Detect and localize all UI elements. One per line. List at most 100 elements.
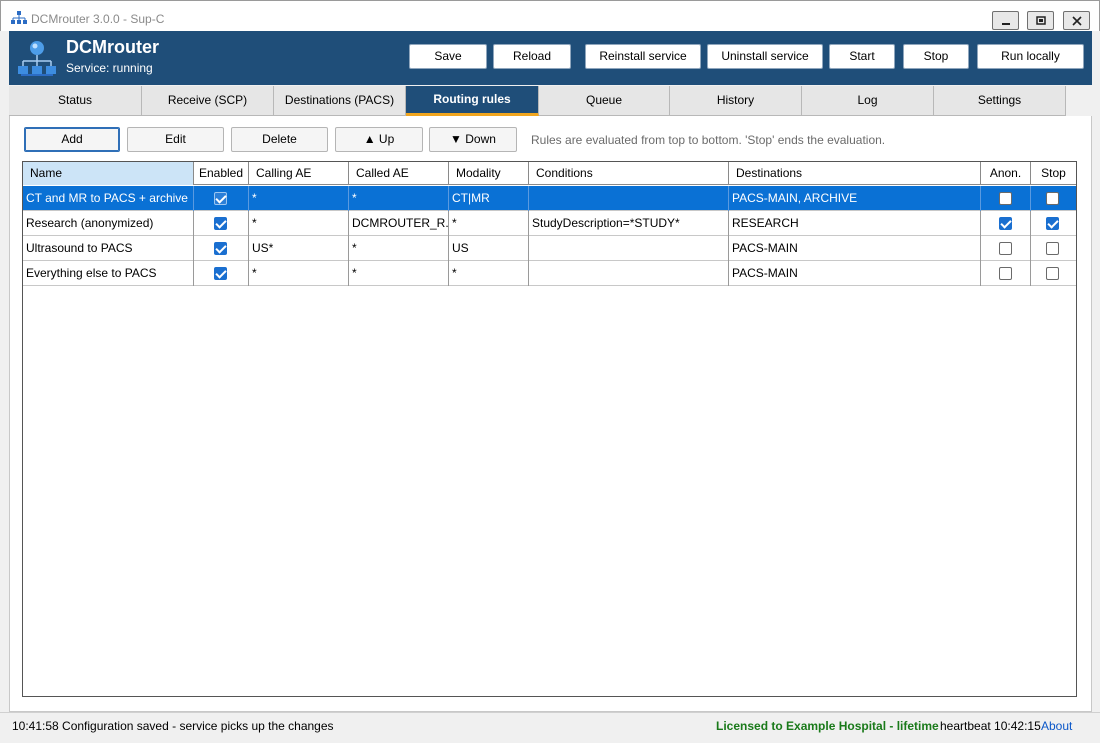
cell-calling-ae: *: [249, 211, 349, 236]
cell-destinations: PACS-MAIN, ARCHIVE: [729, 186, 981, 211]
cell-enabled: [194, 236, 249, 261]
minimize-icon: [1002, 23, 1010, 25]
run-locally-button[interactable]: Run locally: [977, 44, 1084, 69]
reload-button[interactable]: Reload: [493, 44, 571, 69]
save-button[interactable]: Save: [409, 44, 487, 69]
table-row[interactable]: Research (anonymized) * DCMROUTER_R... *…: [23, 211, 1076, 236]
tab-status[interactable]: Status: [9, 86, 142, 116]
cell-conditions: [529, 236, 729, 261]
grid-header: Name Enabled Calling AE Called AE Modali…: [23, 162, 1076, 185]
column-header-enabled[interactable]: Enabled: [194, 162, 249, 185]
cell-called-ae: *: [349, 261, 449, 286]
table-row[interactable]: CT and MR to PACS + archive * * CT|MR PA…: [23, 186, 1076, 211]
heartbeat-status: heartbeat 10:42:15: [940, 719, 1041, 733]
column-header-destinations[interactable]: Destinations: [729, 162, 981, 185]
cell-modality: *: [449, 211, 529, 236]
cell-modality: *: [449, 261, 529, 286]
cell-name: Ultrasound to PACS: [23, 236, 194, 261]
cell-modality: US: [449, 236, 529, 261]
tab-receive[interactable]: Receive (SCP): [142, 86, 274, 116]
cell-called-ae: *: [349, 186, 449, 211]
stop-checkbox[interactable]: [1046, 242, 1059, 255]
tab-history[interactable]: History: [670, 86, 802, 116]
status-message: 10:41:58 Configuration saved - service p…: [12, 719, 334, 733]
app-header: DCMrouter Service: running Save Reload R…: [9, 31, 1092, 85]
uninstall-service-button[interactable]: Uninstall service: [707, 44, 823, 69]
add-rule-button[interactable]: Add: [24, 127, 120, 152]
stop-checkbox[interactable]: [1046, 217, 1059, 230]
service-status: Service: running: [66, 61, 153, 75]
close-icon: [1072, 16, 1082, 26]
start-button[interactable]: Start: [829, 44, 895, 69]
move-down-button[interactable]: ▼ Down: [429, 127, 517, 152]
cell-anon: [981, 236, 1031, 261]
table-row[interactable]: Ultrasound to PACS US* * US PACS-MAIN: [23, 236, 1076, 261]
restore-icon: [1036, 16, 1046, 25]
cell-conditions: [529, 186, 729, 211]
cell-stop: [1031, 261, 1076, 286]
cell-destinations: PACS-MAIN: [729, 236, 981, 261]
cell-destinations: PACS-MAIN: [729, 261, 981, 286]
cell-conditions: StudyDescription=*STUDY*: [529, 211, 729, 236]
cell-modality: CT|MR: [449, 186, 529, 211]
tab-settings[interactable]: Settings: [934, 86, 1066, 116]
cell-enabled: [194, 261, 249, 286]
cell-anon: [981, 211, 1031, 236]
cell-stop: [1031, 236, 1076, 261]
column-header-modality[interactable]: Modality: [449, 162, 529, 185]
cell-stop: [1031, 186, 1076, 211]
maximize-button[interactable]: [1027, 11, 1054, 30]
tab-routing-rules[interactable]: Routing rules: [406, 86, 539, 116]
enabled-checkbox[interactable]: [214, 267, 227, 280]
cell-enabled: [194, 186, 249, 211]
cell-anon: [981, 261, 1031, 286]
anon-checkbox[interactable]: [999, 192, 1012, 205]
column-header-conditions[interactable]: Conditions: [529, 162, 729, 185]
enabled-checkbox[interactable]: [214, 217, 227, 230]
cell-anon: [981, 186, 1031, 211]
column-header-stop[interactable]: Stop: [1031, 162, 1076, 185]
tab-destinations[interactable]: Destinations (PACS): [274, 86, 406, 116]
anon-checkbox[interactable]: [999, 267, 1012, 280]
tab-log[interactable]: Log: [802, 86, 934, 116]
cell-calling-ae: US*: [249, 236, 349, 261]
window-title: DCMrouter 3.0.0 - Sup-C: [31, 12, 165, 26]
column-header-anon[interactable]: Anon.: [981, 162, 1031, 185]
status-bar: 10:41:58 Configuration saved - service p…: [0, 712, 1100, 743]
cell-calling-ae: *: [249, 186, 349, 211]
license-status: Licensed to Example Hospital - lifetime: [716, 719, 939, 733]
enabled-checkbox[interactable]: [214, 242, 227, 255]
cell-enabled: [194, 211, 249, 236]
network-icon: [11, 11, 27, 24]
cell-called-ae: DCMROUTER_R...: [349, 211, 449, 236]
tab-queue[interactable]: Queue: [539, 86, 670, 116]
network-logo-icon: [18, 41, 56, 76]
anon-checkbox[interactable]: [999, 217, 1012, 230]
stop-button[interactable]: Stop: [903, 44, 969, 69]
minimize-button[interactable]: [992, 11, 1019, 30]
close-button[interactable]: [1063, 11, 1090, 30]
column-header-name[interactable]: Name: [23, 162, 194, 185]
cell-name: Research (anonymized): [23, 211, 194, 236]
cell-stop: [1031, 211, 1076, 236]
app-name: DCMrouter: [66, 37, 159, 57]
anon-checkbox[interactable]: [999, 242, 1012, 255]
cell-destinations: RESEARCH: [729, 211, 981, 236]
table-row[interactable]: Everything else to PACS * * * PACS-MAIN: [23, 261, 1076, 286]
edit-rule-button[interactable]: Edit: [127, 127, 224, 152]
move-up-button[interactable]: ▲ Up: [335, 127, 423, 152]
delete-rule-button[interactable]: Delete: [231, 127, 328, 152]
rules-grid[interactable]: Name Enabled Calling AE Called AE Modali…: [22, 161, 1077, 697]
about-link[interactable]: About: [1041, 719, 1072, 733]
stop-checkbox[interactable]: [1046, 267, 1059, 280]
title-bar: DCMrouter 3.0.0 - Sup-C: [0, 0, 1100, 31]
evaluation-hint: Rules are evaluated from top to bottom. …: [531, 133, 886, 147]
column-header-called-ae[interactable]: Called AE: [349, 162, 449, 185]
stop-checkbox[interactable]: [1046, 192, 1059, 205]
column-header-calling-ae[interactable]: Calling AE: [249, 162, 349, 185]
reinstall-service-button[interactable]: Reinstall service: [585, 44, 701, 69]
enabled-checkbox[interactable]: [214, 192, 227, 205]
cell-name: CT and MR to PACS + archive: [23, 186, 194, 211]
tab-bar: Status Receive (SCP) Destinations (PACS)…: [9, 85, 1092, 116]
cell-name: Everything else to PACS: [23, 261, 194, 286]
